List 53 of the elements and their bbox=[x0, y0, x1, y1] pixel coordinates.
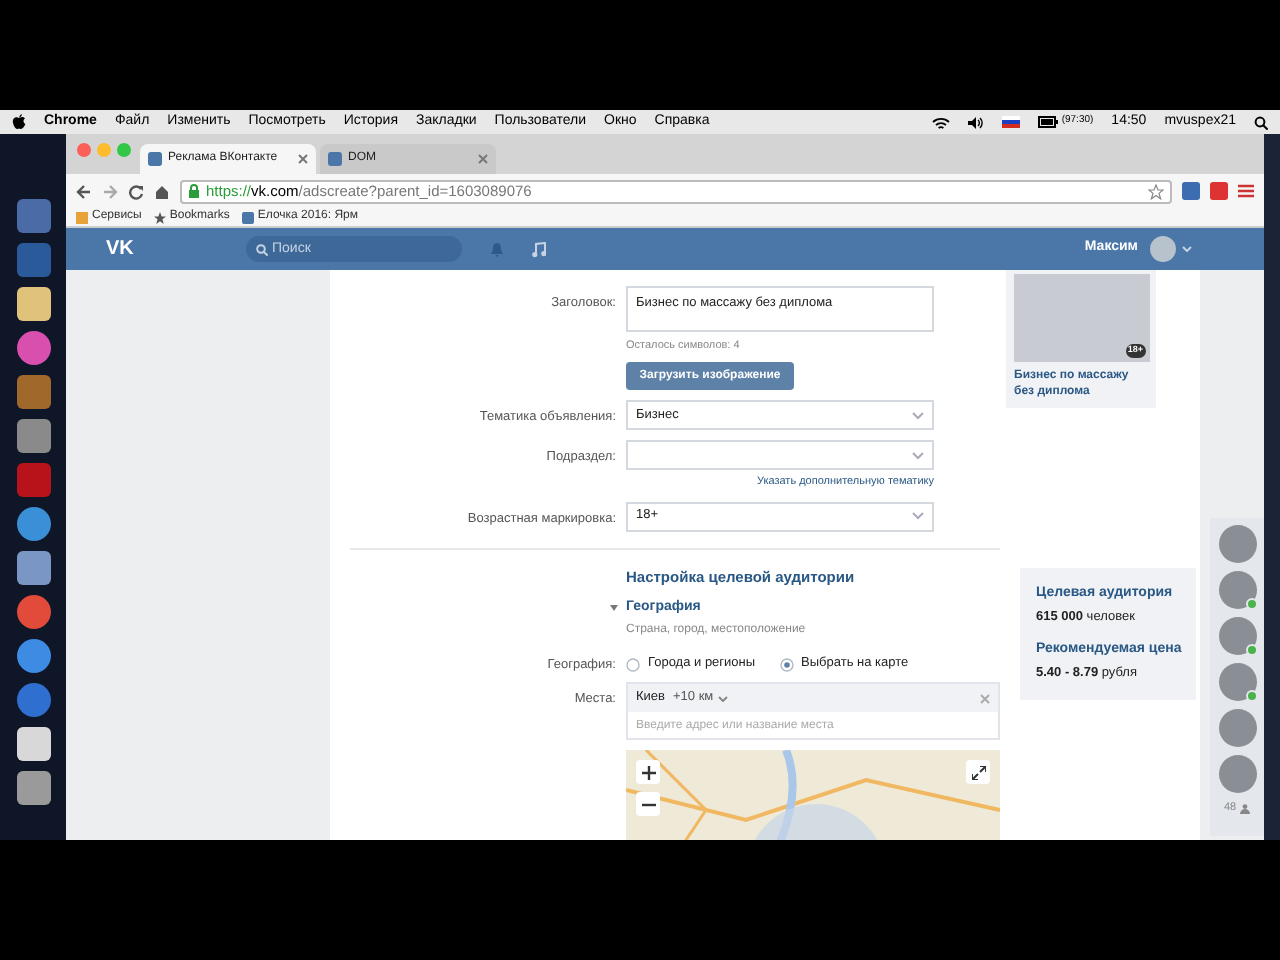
chevron-down-icon bbox=[912, 451, 924, 460]
caret-icon[interactable] bbox=[1182, 246, 1192, 252]
forward-icon[interactable] bbox=[102, 183, 118, 199]
tab-favicon-icon bbox=[328, 152, 342, 166]
close-icon[interactable] bbox=[298, 154, 308, 164]
friend-avatar[interactable] bbox=[1217, 570, 1257, 610]
logo[interactable]: VK bbox=[106, 234, 246, 264]
radio-button[interactable] bbox=[779, 657, 794, 672]
volume-icon[interactable] bbox=[967, 115, 984, 129]
lock-icon bbox=[188, 184, 200, 198]
apple-icon[interactable] bbox=[12, 114, 26, 130]
avatar-icon[interactable] bbox=[1150, 236, 1176, 262]
star-icon bbox=[153, 211, 166, 223]
music-icon[interactable] bbox=[532, 241, 546, 257]
reload-icon[interactable] bbox=[128, 183, 144, 199]
app-icon[interactable] bbox=[15, 418, 51, 454]
favicon-icon bbox=[241, 211, 254, 223]
wifi-icon[interactable] bbox=[931, 115, 950, 129]
chevron-down-icon bbox=[912, 411, 924, 420]
select-field[interactable] bbox=[626, 440, 934, 471]
friend-avatar[interactable] bbox=[1217, 708, 1257, 748]
zoom-in-button[interactable] bbox=[636, 760, 660, 784]
friend-avatar[interactable] bbox=[1217, 616, 1257, 656]
apps-icon bbox=[76, 211, 88, 223]
radio-button[interactable] bbox=[626, 657, 640, 672]
app-icon[interactable] bbox=[15, 726, 51, 762]
friend-avatar[interactable] bbox=[1217, 524, 1257, 564]
friend-avatar[interactable] bbox=[1217, 662, 1257, 702]
back-icon[interactable] bbox=[76, 183, 92, 199]
person-icon bbox=[1240, 803, 1251, 814]
battery-icon[interactable] bbox=[1037, 116, 1058, 128]
app-icon[interactable] bbox=[15, 286, 51, 322]
triangle-down-icon[interactable] bbox=[610, 604, 618, 612]
app-icon[interactable] bbox=[15, 506, 51, 542]
zoom-out-button[interactable] bbox=[636, 792, 660, 816]
chevron-down-icon bbox=[912, 512, 924, 520]
expand-icon bbox=[971, 765, 985, 779]
fullscreen-button[interactable] bbox=[966, 760, 990, 784]
search-icon[interactable] bbox=[1254, 115, 1268, 129]
menu-icon[interactable] bbox=[1238, 184, 1254, 198]
window-controls-drawing[interactable] bbox=[76, 142, 136, 158]
app-icon[interactable] bbox=[15, 550, 51, 586]
home-icon[interactable] bbox=[154, 183, 170, 199]
app-icon[interactable] bbox=[15, 770, 51, 806]
search-icon bbox=[256, 243, 268, 255]
tab-favicon-icon bbox=[148, 152, 162, 166]
close-icon[interactable] bbox=[478, 154, 488, 164]
friend-avatar[interactable] bbox=[1217, 754, 1257, 794]
flag-icon[interactable] bbox=[1001, 116, 1020, 128]
app-icon[interactable] bbox=[15, 638, 51, 674]
star-icon[interactable] bbox=[1148, 183, 1164, 199]
plus-icon bbox=[641, 765, 655, 779]
chevron-down-icon bbox=[717, 695, 728, 701]
